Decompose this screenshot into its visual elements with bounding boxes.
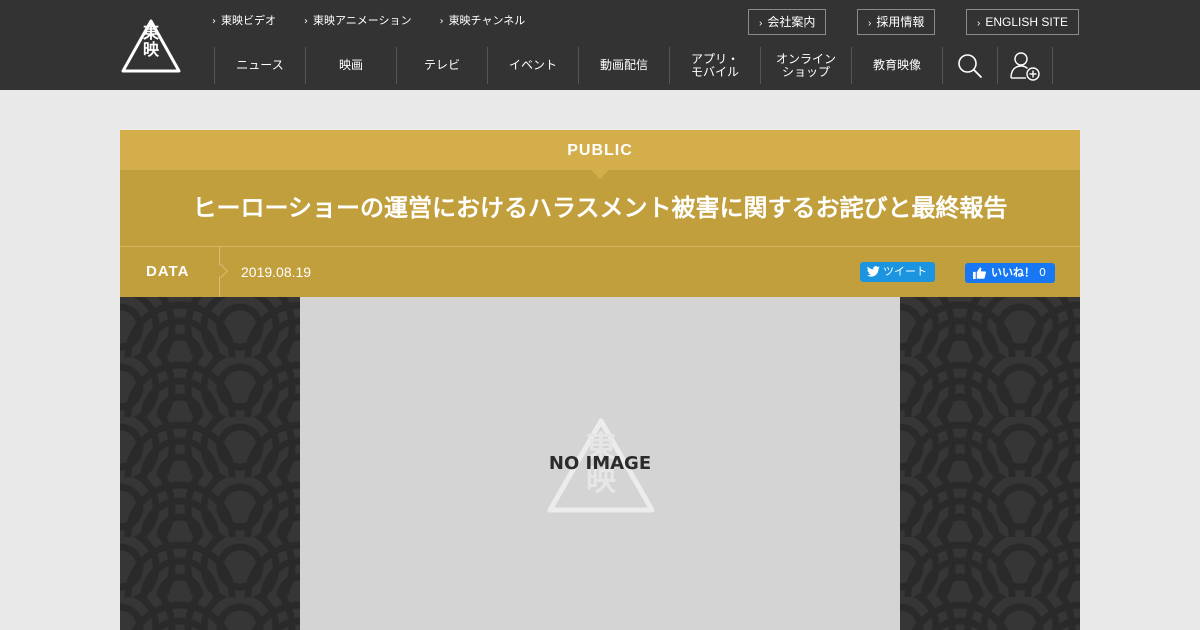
- search-icon: [958, 53, 982, 78]
- no-image-text: NO IMAGE: [548, 453, 652, 474]
- twitter-bird-icon: [867, 266, 880, 277]
- logo-char-1: 東: [142, 23, 159, 42]
- nav-label: オンライン ショップ: [775, 51, 836, 79]
- sublink-label: 東映アニメーション: [313, 14, 412, 27]
- category-label: PUBLIC: [567, 142, 633, 159]
- tweet-button[interactable]: ツイート: [860, 262, 935, 282]
- article-image-area: 東 映 NO IMAGE: [120, 297, 1080, 630]
- sublink-label: 東映チャンネル: [448, 14, 526, 27]
- tweet-label: ツイート: [883, 265, 927, 278]
- nav-label: 映画: [338, 58, 363, 72]
- chevron-right-icon: ›: [304, 16, 308, 27]
- user-add-icon: [1010, 51, 1040, 81]
- sublink-toei-channel[interactable]: › 東映チャンネル: [440, 12, 526, 28]
- sublink-toei-animation[interactable]: › 東映アニメーション: [304, 12, 412, 28]
- sublink-label: 東映ビデオ: [221, 14, 276, 27]
- recruit-label: 採用情報: [876, 15, 925, 29]
- nav-label: 動画配信: [599, 58, 648, 72]
- nav-item-education[interactable]: 教育映像: [852, 47, 943, 84]
- wave-pattern-right: [900, 297, 1080, 630]
- nav-item-movies[interactable]: 映画: [306, 47, 397, 84]
- no-image-placeholder: 東 映 NO IMAGE: [300, 297, 900, 630]
- nav-item-tv[interactable]: テレビ: [397, 47, 488, 84]
- company-info-label: 会社案内: [767, 15, 816, 29]
- nav-item-news[interactable]: ニュース: [215, 47, 306, 84]
- recruit-button[interactable]: › 採用情報: [857, 9, 936, 35]
- thumbs-up-icon: [973, 267, 986, 279]
- nav-label: 教育映像: [872, 58, 921, 72]
- nav-item-shop[interactable]: オンライン ショップ: [761, 47, 852, 84]
- category-bar: PUBLIC: [120, 130, 1080, 170]
- article-title: ヒーローショーの運営におけるハラスメント被害に関するお詫びと最終報告: [192, 194, 1008, 222]
- nav-label: テレビ: [423, 58, 460, 72]
- nav-item-apps[interactable]: アプリ・ モバイル: [670, 47, 761, 84]
- chevron-right-icon: ›: [759, 18, 763, 29]
- main-nav: ニュース 映画 テレビ イベント 動画配信 アプリ・ モバイル オンライン ショ…: [214, 47, 1053, 84]
- nav-label: イベント: [508, 58, 557, 72]
- like-count: 0: [1039, 266, 1046, 279]
- chevron-right-icon: ›: [439, 16, 444, 27]
- category-arrow: [591, 170, 609, 179]
- wave-pattern-left: [120, 297, 300, 630]
- article-meta-bar: DATA 2019.08.19 ツイート いいね！ 0: [120, 246, 1080, 297]
- company-info-button[interactable]: › 会社案内: [748, 9, 827, 35]
- logo-text: 東 映: [120, 24, 182, 58]
- nav-label: ニュース: [236, 58, 284, 72]
- member-register-button[interactable]: [998, 47, 1053, 84]
- logo-char-2: 映: [142, 40, 159, 59]
- nav-label: アプリ・ モバイル: [690, 51, 739, 79]
- sublink-toei-video[interactable]: › 東映ビデオ: [212, 12, 276, 28]
- toei-logo[interactable]: 東 映: [120, 18, 182, 74]
- nav-item-events[interactable]: イベント: [488, 47, 579, 84]
- chevron-right-icon: ›: [212, 16, 216, 27]
- chevron-right-icon: ›: [868, 18, 872, 29]
- search-button[interactable]: [943, 47, 998, 84]
- site-header: 東 映 › 東映ビデオ › 東映アニメーション › 東映チャンネル › 会社案内 › 採用…: [0, 0, 1200, 90]
- data-label: DATA: [120, 247, 220, 297]
- article-date: 2019.08.19: [241, 264, 312, 280]
- facebook-like-button[interactable]: いいね！ 0: [965, 263, 1055, 283]
- english-site-label: ENGLISH SITE: [985, 15, 1069, 29]
- article-card: PUBLIC ヒーローショーの運営におけるハラスメント被害に関するお詫びと最終報…: [120, 130, 1080, 630]
- english-site-button[interactable]: › ENGLISH SITE: [966, 9, 1080, 35]
- nav-item-streaming[interactable]: 動画配信: [579, 47, 670, 84]
- like-label: いいね！: [991, 266, 1035, 279]
- group-sublinks: › 東映ビデオ › 東映アニメーション › 東映チャンネル: [212, 12, 553, 28]
- article-title-bar: ヒーローショーの運営におけるハラスメント被害に関するお詫びと最終報告: [120, 170, 1080, 246]
- chevron-right-icon: ›: [977, 18, 981, 29]
